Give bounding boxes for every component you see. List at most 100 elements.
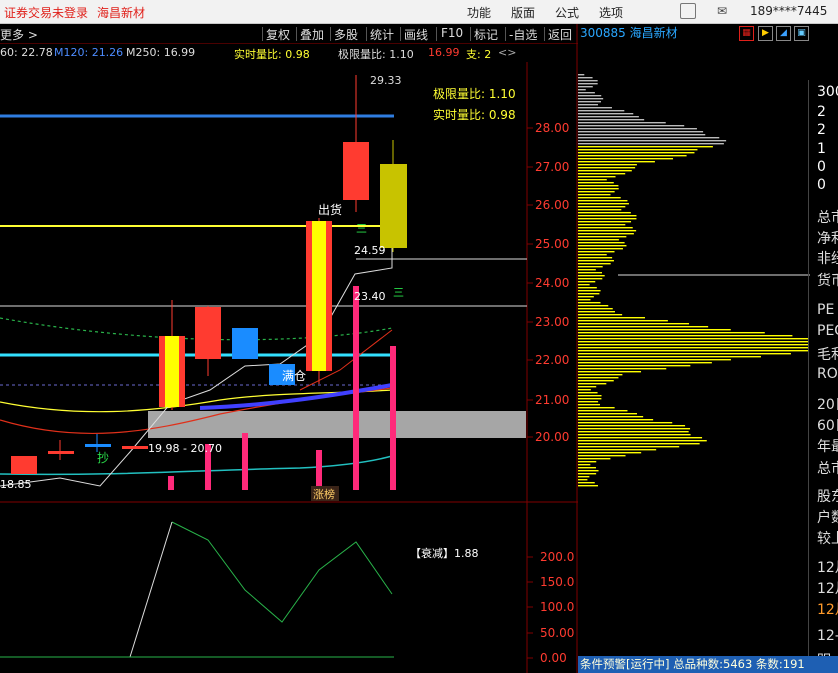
side-label: 股东 — [817, 489, 838, 505]
side-label: RO — [817, 366, 838, 382]
profile-bar — [578, 437, 703, 439]
grid-icon[interactable]: ▦ — [739, 26, 754, 41]
image-icon[interactable]: ▣ — [794, 26, 809, 41]
candle-down[interactable] — [85, 444, 111, 447]
side-label: 12月 — [817, 581, 838, 597]
profile-bar — [578, 377, 619, 379]
side-number: 1 — [817, 141, 826, 157]
profile-bar — [578, 323, 690, 325]
profile-bar — [578, 401, 599, 403]
profile-bar — [578, 209, 622, 211]
profile-bar — [578, 353, 791, 355]
profile-bar — [578, 443, 700, 445]
candle-up[interactable] — [122, 446, 148, 449]
profile-bar — [578, 113, 634, 115]
profile-bar — [578, 428, 691, 430]
profile-bar — [578, 386, 597, 388]
price-tick: 21.00 — [535, 393, 569, 407]
play-icon[interactable]: ▶ — [758, 26, 773, 41]
indicator-axis: 200.0 150.0 100.0 50.00 0.00 — [527, 550, 574, 665]
candle-up[interactable] — [48, 451, 74, 454]
buy-signal-label: 抄 — [97, 451, 109, 465]
profile-bar — [578, 218, 637, 220]
chart-icon[interactable]: ◢ — [776, 26, 791, 41]
phone-icon[interactable] — [680, 3, 696, 19]
side-label: 非经 — [817, 251, 838, 267]
profile-bar — [578, 383, 607, 385]
profile-bar — [578, 311, 615, 313]
profile-bar — [578, 305, 609, 307]
profile-bar — [578, 308, 613, 310]
price-tick: 26.00 — [535, 198, 569, 212]
limit-ratio-label: 极限量比: 1.10 — [433, 87, 516, 101]
profile-bar — [578, 239, 619, 241]
volume-profile — [578, 74, 810, 487]
profile-bar — [578, 167, 636, 169]
profile-bar — [578, 299, 591, 301]
price-tick: 25.00 — [535, 237, 569, 251]
profile-bar — [578, 161, 655, 163]
profile-bar — [578, 416, 644, 418]
profile-bar — [578, 350, 808, 352]
profile-bar — [578, 338, 808, 340]
profile-bar — [578, 395, 602, 397]
profile-bar — [578, 245, 627, 247]
side-label: 20日 — [817, 397, 838, 413]
user-account[interactable]: 189****7445 — [750, 4, 827, 18]
profile-bar — [578, 170, 632, 172]
profile-bar — [578, 482, 595, 484]
mail-icon[interactable]: ✉ — [714, 3, 730, 19]
profile-bar — [578, 146, 713, 148]
side-label: 总市 — [817, 461, 838, 477]
profile-bar — [578, 470, 599, 472]
profile-bar — [578, 227, 633, 229]
profile-bar — [578, 122, 666, 124]
profile-bar — [578, 425, 686, 427]
low-price-label: 18.85 — [0, 478, 32, 491]
ma-blue-curve — [199, 383, 393, 410]
profile-bar — [578, 284, 590, 286]
candle-doji[interactable] — [380, 164, 407, 248]
profile-bar — [578, 413, 637, 415]
profile-bar — [578, 236, 627, 238]
side-label: 户数 — [817, 510, 838, 526]
profile-bar — [578, 371, 642, 373]
profile-bar — [578, 464, 591, 466]
range-label: 19.98 - 20.70 — [148, 442, 222, 455]
profile-bar — [578, 278, 603, 280]
profile-bar — [578, 332, 765, 334]
profile-bar — [578, 314, 623, 316]
candle-down[interactable] — [232, 328, 258, 359]
profile-bar — [578, 287, 597, 289]
menu-options[interactable]: 选项 — [599, 4, 623, 21]
profile-bar — [578, 467, 596, 469]
profile-bar — [578, 131, 704, 133]
profile-bar — [578, 320, 668, 322]
profile-bar — [578, 455, 626, 457]
price-tick: 24.00 — [535, 276, 569, 290]
profile-bar — [578, 191, 615, 193]
profile-bar — [578, 116, 639, 118]
profile-bar — [578, 230, 637, 232]
price-label-24: 24.59 — [354, 244, 386, 257]
profile-bar — [578, 101, 601, 103]
candle-up[interactable] — [343, 142, 369, 200]
price-label-23: 23.40 — [354, 290, 386, 303]
profile-bar — [578, 347, 808, 349]
status-bar[interactable]: 条件预警[运行中] 总品种数:5463 条数:191 — [578, 656, 838, 673]
candle-up[interactable] — [11, 456, 37, 474]
side-number: 2 — [817, 104, 826, 120]
profile-bar — [578, 452, 642, 454]
profile-bar — [578, 251, 615, 253]
side-label: 总市 — [817, 210, 838, 226]
profile-bar — [578, 206, 626, 208]
side-label: 毛利 — [817, 347, 838, 363]
profile-bar — [578, 458, 611, 460]
profile-bar — [578, 107, 612, 109]
profile-bar — [578, 221, 632, 223]
candle-up[interactable] — [195, 307, 221, 359]
profile-bar — [578, 155, 687, 157]
profile-bar — [578, 152, 695, 154]
profile-bar — [578, 242, 625, 244]
sell-marker: 三 — [356, 222, 367, 235]
